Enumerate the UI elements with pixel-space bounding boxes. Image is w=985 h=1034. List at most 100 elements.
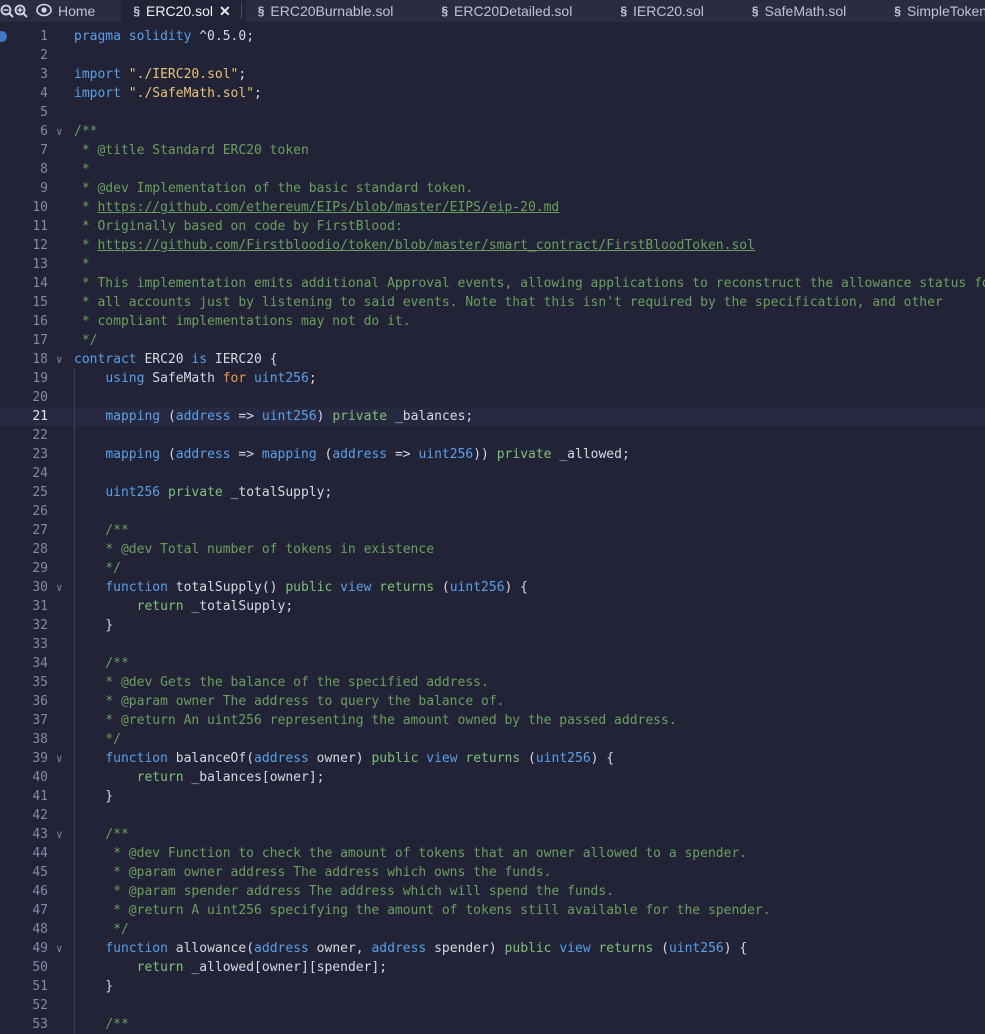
line-number[interactable]: 10 bbox=[0, 198, 48, 217]
code-line[interactable]: 18 ∨ contract ERC20 is IERC20 { bbox=[0, 350, 985, 369]
tab-file[interactable]: § ERC20Detailed.sol bbox=[429, 0, 608, 22]
line-number[interactable]: 16 bbox=[0, 312, 48, 331]
code-line[interactable]: 5 bbox=[0, 103, 985, 122]
code-line[interactable]: 31 return _totalSupply; bbox=[0, 597, 985, 616]
tab-file[interactable]: § SafeMath.sol bbox=[740, 0, 882, 22]
fold-chevron-icon[interactable]: ∨ bbox=[56, 578, 70, 597]
code-line[interactable]: 25 uint256 private _totalSupply; bbox=[0, 483, 985, 502]
tab-home[interactable]: Home bbox=[28, 0, 121, 22]
line-number[interactable]: 37 bbox=[0, 711, 48, 730]
line-number[interactable]: 13 bbox=[0, 255, 48, 274]
line-number[interactable]: 17 bbox=[0, 331, 48, 350]
line-number[interactable]: 51 bbox=[0, 977, 48, 996]
line-number[interactable]: 14 bbox=[0, 274, 48, 293]
code-line[interactable]: 37 * @return An uint256 representing the… bbox=[0, 711, 985, 730]
code-line[interactable]: 41 } bbox=[0, 787, 985, 806]
code-line[interactable]: 16 * compliant implementations may not d… bbox=[0, 312, 985, 331]
code-line[interactable]: 4 import "./SafeMath.sol"; bbox=[0, 84, 985, 103]
line-number[interactable]: 41 bbox=[0, 787, 48, 806]
line-number[interactable]: 46 bbox=[0, 882, 48, 901]
line-number[interactable]: 43 bbox=[0, 825, 48, 844]
code-line[interactable]: 35 * @dev Gets the balance of the specif… bbox=[0, 673, 985, 692]
code-line[interactable]: 21 mapping (address => uint256) private … bbox=[0, 407, 985, 426]
code-line[interactable]: 19 using SafeMath for uint256; bbox=[0, 369, 985, 388]
code-line[interactable]: 38 */ bbox=[0, 730, 985, 749]
line-number[interactable]: 5 bbox=[0, 103, 48, 122]
tab-file[interactable]: § ERC20Burnable.sol bbox=[246, 0, 430, 22]
line-number[interactable]: 49 bbox=[0, 939, 48, 958]
fold-chevron-icon[interactable]: ∨ bbox=[56, 350, 70, 369]
line-number[interactable]: 39 bbox=[0, 749, 48, 768]
line-number[interactable]: 47 bbox=[0, 901, 48, 920]
line-number[interactable]: 2 bbox=[0, 46, 48, 65]
code-line[interactable]: 10 * https://github.com/ethereum/EIPs/bl… bbox=[0, 198, 985, 217]
code-line[interactable]: 24 bbox=[0, 464, 985, 483]
code-line[interactable]: 30 ∨ function totalSupply() public view r… bbox=[0, 578, 985, 597]
code-line[interactable]: 49 ∨ function allowance(address owner, ad… bbox=[0, 939, 985, 958]
line-number[interactable]: 32 bbox=[0, 616, 48, 635]
code-line[interactable]: 14 * This implementation emits additiona… bbox=[0, 274, 985, 293]
code-line[interactable]: 46 * @param spender address The address … bbox=[0, 882, 985, 901]
code-line[interactable]: 50 return _allowed[owner][spender]; bbox=[0, 958, 985, 977]
line-number[interactable]: 23 bbox=[0, 445, 48, 464]
code-line[interactable]: 36 * @param owner The address to query t… bbox=[0, 692, 985, 711]
line-number[interactable]: 48 bbox=[0, 920, 48, 939]
line-number[interactable]: 31 bbox=[0, 597, 48, 616]
line-number[interactable]: 19 bbox=[0, 369, 48, 388]
fold-chevron-icon[interactable]: ∨ bbox=[56, 939, 70, 958]
code-line[interactable]: 43 ∨ /** bbox=[0, 825, 985, 844]
code-line[interactable]: 28 * @dev Total number of tokens in exis… bbox=[0, 540, 985, 559]
code-line[interactable]: 47 * @return A uint256 specifying the am… bbox=[0, 901, 985, 920]
tab-file[interactable]: § ERC20.sol ✕ bbox=[121, 0, 246, 22]
code-line[interactable]: 9 * @dev Implementation of the basic sta… bbox=[0, 179, 985, 198]
line-number[interactable]: 22 bbox=[0, 426, 48, 445]
line-number[interactable]: 4 bbox=[0, 84, 48, 103]
line-number[interactable]: 40 bbox=[0, 768, 48, 787]
tab-file[interactable]: § SimpleToken.sol bbox=[882, 0, 985, 22]
code-line[interactable]: 6 ∨ /** bbox=[0, 122, 985, 141]
code-line[interactable]: 15 * all accounts just by listening to s… bbox=[0, 293, 985, 312]
code-line[interactable]: 44 * @dev Function to check the amount o… bbox=[0, 844, 985, 863]
line-number[interactable]: 12 bbox=[0, 236, 48, 255]
line-number[interactable]: 50 bbox=[0, 958, 48, 977]
code-line[interactable]: 51 } bbox=[0, 977, 985, 996]
code-line[interactable]: 40 return _balances[owner]; bbox=[0, 768, 985, 787]
code-line[interactable]: 34 /** bbox=[0, 654, 985, 673]
fold-chevron-icon[interactable]: ∨ bbox=[56, 749, 70, 768]
code-line[interactable]: 33 bbox=[0, 635, 985, 654]
code-line[interactable]: 1 pragma solidity ^0.5.0; bbox=[0, 27, 985, 46]
line-number[interactable]: 38 bbox=[0, 730, 48, 749]
code-line[interactable]: 2 bbox=[0, 46, 985, 65]
code-line[interactable]: 48 */ bbox=[0, 920, 985, 939]
line-number[interactable]: 18 bbox=[0, 350, 48, 369]
line-number[interactable]: 1 bbox=[0, 27, 48, 46]
line-number[interactable]: 3 bbox=[0, 65, 48, 84]
line-number[interactable]: 24 bbox=[0, 464, 48, 483]
line-number[interactable]: 44 bbox=[0, 844, 48, 863]
line-number[interactable]: 7 bbox=[0, 141, 48, 160]
line-number[interactable]: 34 bbox=[0, 654, 48, 673]
code-line[interactable]: 27 /** bbox=[0, 521, 985, 540]
line-number[interactable]: 8 bbox=[0, 160, 48, 179]
code-line[interactable]: 12 * https://github.com/Firstbloodio/tok… bbox=[0, 236, 985, 255]
code-line[interactable]: 17 */ bbox=[0, 331, 985, 350]
close-tab-icon[interactable]: ✕ bbox=[219, 3, 231, 20]
code-line[interactable]: 29 */ bbox=[0, 559, 985, 578]
line-number[interactable]: 11 bbox=[0, 217, 48, 236]
fold-chevron-icon[interactable]: ∨ bbox=[56, 825, 70, 844]
line-number[interactable]: 26 bbox=[0, 502, 48, 521]
line-number[interactable]: 45 bbox=[0, 863, 48, 882]
line-number[interactable]: 36 bbox=[0, 692, 48, 711]
zoom-out-icon[interactable] bbox=[0, 0, 14, 22]
code-line[interactable]: 53 /** bbox=[0, 1015, 985, 1034]
line-number[interactable]: 6 bbox=[0, 122, 48, 141]
code-line[interactable]: 45 * @param owner address The address wh… bbox=[0, 863, 985, 882]
code-line[interactable]: 11 * Originally based on code by FirstBl… bbox=[0, 217, 985, 236]
line-number[interactable]: 29 bbox=[0, 559, 48, 578]
code-line[interactable]: 7 * @title Standard ERC20 token bbox=[0, 141, 985, 160]
code-line[interactable]: 3 import "./IERC20.sol"; bbox=[0, 65, 985, 84]
code-line[interactable]: 23 mapping (address => mapping (address … bbox=[0, 445, 985, 464]
line-number[interactable]: 20 bbox=[0, 388, 48, 407]
line-number[interactable]: 21 bbox=[0, 407, 48, 426]
code-line[interactable]: 32 } bbox=[0, 616, 985, 635]
